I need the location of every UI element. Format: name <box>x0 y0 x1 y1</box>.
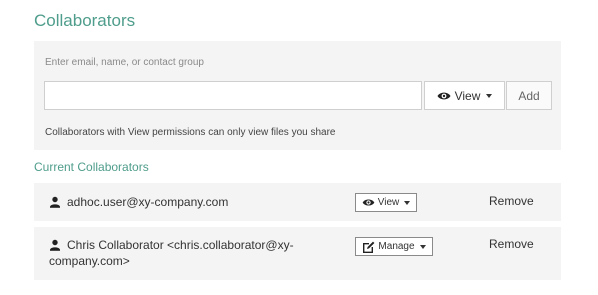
role-dropdown-label: View <box>377 197 400 208</box>
edit-icon <box>362 241 375 253</box>
page-title: Collaborators <box>34 11 136 30</box>
current-collaborators-heading: Current Collaborators <box>34 160 149 174</box>
permission-dropdown-label: View <box>454 88 481 103</box>
role-dropdown[interactable]: View <box>355 193 417 212</box>
add-button[interactable]: Add <box>506 81 552 110</box>
caret-down-icon <box>419 244 426 249</box>
remove-button[interactable]: Remove <box>489 237 534 251</box>
eye-icon <box>437 91 451 101</box>
invite-panel: Enter email, name, or contact group View… <box>34 41 561 150</box>
collaborator-name: Chris Collaborator <chris.collaborator@x… <box>67 238 294 252</box>
person-icon <box>49 239 61 251</box>
email-input[interactable] <box>44 81 422 110</box>
permission-note: Collaborators with View permissions can … <box>45 127 336 138</box>
collaborator-row: Chris Collaborator <chris.collaborator@x… <box>34 227 561 280</box>
caret-down-icon <box>404 200 411 205</box>
permission-dropdown[interactable]: View <box>424 81 505 110</box>
collaborator-name: adhoc.user@xy-company.com <box>67 195 229 209</box>
role-dropdown[interactable]: Manage <box>355 237 433 256</box>
collaborator-row: adhoc.user@xy-company.com View Remove <box>34 183 561 221</box>
eye-icon <box>362 198 375 207</box>
role-dropdown-label: Manage <box>378 241 415 252</box>
collaborator-name-continued: company.com> <box>49 254 130 268</box>
caret-down-icon <box>486 93 493 98</box>
person-icon <box>49 196 61 208</box>
invite-label: Enter email, name, or contact group <box>45 57 204 68</box>
remove-button[interactable]: Remove <box>489 194 534 208</box>
